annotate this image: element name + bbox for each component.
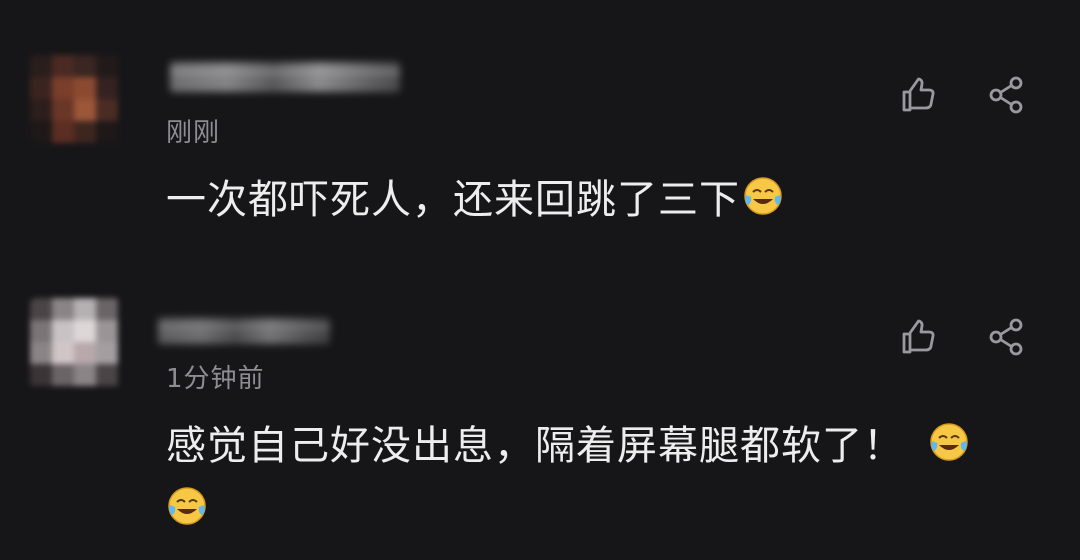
comment-text-body: 感觉自己好没出息，隔着屏幕腿都软了！ bbox=[166, 423, 904, 469]
comment-item: 刚刚 一次都吓死人，还来回跳了三下 bbox=[0, 0, 1080, 270]
comment-timestamp: 1分钟前 bbox=[166, 364, 265, 394]
comment-text: 一次都吓死人，还来回跳了三下 bbox=[166, 173, 784, 227]
username-blurred[interactable] bbox=[170, 62, 400, 92]
laughing-crying-emoji bbox=[742, 175, 784, 217]
comment-item: 1分钟前 感觉自己好没出息，隔着屏幕腿都软了！ bbox=[0, 270, 1080, 560]
thumbs-up-icon[interactable] bbox=[898, 75, 938, 115]
comment-text: 感觉自己好没出息，隔着屏幕腿都软了！ bbox=[166, 414, 1046, 542]
share-icon[interactable] bbox=[987, 317, 1027, 357]
comment-text-body: 一次都吓死人，还来回跳了三下 bbox=[166, 177, 740, 223]
laughing-crying-emoji bbox=[166, 482, 208, 525]
avatar[interactable] bbox=[30, 55, 120, 145]
avatar[interactable] bbox=[30, 298, 120, 388]
comment-timestamp: 刚刚 bbox=[166, 118, 221, 148]
username-blurred[interactable] bbox=[158, 318, 330, 344]
laughing-crying-emoji bbox=[928, 418, 970, 461]
share-icon[interactable] bbox=[987, 75, 1027, 115]
thumbs-up-icon[interactable] bbox=[898, 317, 938, 357]
